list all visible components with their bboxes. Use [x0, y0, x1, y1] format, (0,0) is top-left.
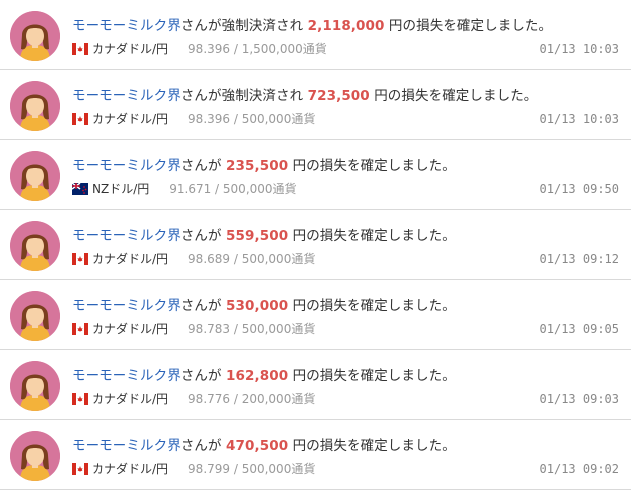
feed-message: モーモーミルク界さんが 470,500 円の損失を確定しました。: [72, 434, 456, 454]
rate-volume: 98.689 / 500,000通貨: [188, 252, 316, 266]
message-suffix: 円の損失を確定しました。: [384, 18, 553, 34]
feed-message: モーモーミルク界さんが強制決済され 723,500 円の損失を確定しました。: [72, 84, 537, 104]
rate-volume: 98.783 / 500,000通貨: [188, 322, 316, 336]
ca-flag-icon: [72, 392, 88, 405]
trade-detail: カナダドル/円 98.689 / 500,000通貨: [72, 250, 315, 267]
currency-pair: カナダドル/円: [92, 252, 169, 266]
username-link[interactable]: モーモーミルク界: [72, 228, 181, 244]
ca-flag-icon: [72, 462, 88, 475]
username-link[interactable]: モーモーミルク界: [72, 438, 181, 454]
loss-amount: 530,000: [226, 298, 289, 314]
feed-item: モーモーミルク界さんが強制決済され 723,500 円の損失を確定しました。 カ…: [0, 70, 631, 140]
trade-detail: NZドル/円 91.671 / 500,000通貨: [72, 180, 297, 197]
user-avatar[interactable]: [10, 81, 60, 131]
user-avatar[interactable]: [10, 291, 60, 341]
timestamp: 01/13 09:12: [539, 252, 619, 266]
message-suffix: 円の損失を確定しました。: [288, 368, 456, 384]
ca-flag-icon: [72, 42, 88, 55]
username-link[interactable]: モーモーミルク界: [72, 368, 181, 384]
avatar-girl-icon: [10, 11, 60, 61]
message-prefix: さんが: [180, 158, 227, 174]
currency-pair: カナダドル/円: [92, 42, 169, 56]
currency-pair: NZドル/円: [92, 182, 150, 196]
timestamp: 01/13 10:03: [539, 112, 619, 126]
feed-item: モーモーミルク界さんが 470,500 円の損失を確定しました。 カナダドル/円…: [0, 420, 631, 490]
message-prefix: さんが強制決済され: [180, 88, 308, 104]
trade-detail: カナダドル/円 98.799 / 500,000通貨: [72, 460, 315, 477]
loss-amount: 559,500: [226, 228, 289, 244]
rate-volume: 91.671 / 500,000通貨: [169, 182, 297, 196]
avatar-girl-icon: [10, 291, 60, 341]
trade-detail: カナダドル/円 98.776 / 200,000通貨: [72, 390, 315, 407]
user-avatar[interactable]: [10, 151, 60, 201]
ca-flag-icon: [72, 252, 88, 265]
user-avatar[interactable]: [10, 221, 60, 271]
message-suffix: 円の損失を確定しました。: [369, 88, 538, 104]
trade-detail: カナダドル/円 98.396 / 500,000通貨: [72, 110, 315, 127]
avatar-girl-icon: [10, 151, 60, 201]
currency-pair: カナダドル/円: [92, 392, 169, 406]
nz-flag-icon: [72, 182, 88, 195]
feed-item: モーモーミルク界さんが 235,500 円の損失を確定しました。 NZドル/円 …: [0, 140, 631, 210]
feed-message: モーモーミルク界さんが 162,800 円の損失を確定しました。: [72, 364, 456, 384]
rate-volume: 98.799 / 500,000通貨: [188, 462, 316, 476]
feed-item: モーモーミルク界さんが 162,800 円の損失を確定しました。 カナダドル/円…: [0, 350, 631, 420]
user-avatar[interactable]: [10, 431, 60, 481]
username-link[interactable]: モーモーミルク界: [72, 158, 181, 174]
username-link[interactable]: モーモーミルク界: [72, 298, 181, 314]
timestamp: 01/13 09:05: [539, 322, 619, 336]
message-prefix: さんが: [180, 368, 227, 384]
trade-detail: カナダドル/円 98.396 / 1,500,000通貨: [72, 40, 327, 57]
timestamp: 01/13 09:03: [539, 392, 619, 406]
avatar-girl-icon: [10, 431, 60, 481]
feed-item: モーモーミルク界さんが強制決済され 2,118,000 円の損失を確定しました。…: [0, 0, 631, 70]
ca-flag-icon: [72, 322, 88, 335]
message-suffix: 円の損失を確定しました。: [288, 298, 456, 314]
currency-pair: カナダドル/円: [92, 462, 169, 476]
message-prefix: さんが: [180, 228, 227, 244]
timestamp: 01/13 09:50: [539, 182, 619, 196]
currency-pair: カナダドル/円: [92, 322, 169, 336]
feed-message: モーモーミルク界さんが 559,500 円の損失を確定しました。: [72, 224, 456, 244]
feed-item: モーモーミルク界さんが 559,500 円の損失を確定しました。 カナダドル/円…: [0, 210, 631, 280]
user-avatar[interactable]: [10, 361, 60, 411]
ca-flag-icon: [72, 112, 88, 125]
message-prefix: さんが強制決済され: [180, 18, 308, 34]
loss-amount: 2,118,000: [307, 18, 385, 34]
message-prefix: さんが: [180, 298, 227, 314]
currency-pair: カナダドル/円: [92, 112, 169, 126]
username-link[interactable]: モーモーミルク界: [72, 18, 181, 34]
activity-feed: モーモーミルク界さんが強制決済され 2,118,000 円の損失を確定しました。…: [0, 0, 631, 500]
timestamp: 01/13 09:02: [539, 462, 619, 476]
trade-detail: カナダドル/円 98.783 / 500,000通貨: [72, 320, 315, 337]
username-link[interactable]: モーモーミルク界: [72, 88, 181, 104]
timestamp: 01/13 10:03: [539, 42, 619, 56]
loss-amount: 470,500: [226, 438, 289, 454]
feed-message: モーモーミルク界さんが 530,000 円の損失を確定しました。: [72, 294, 456, 314]
feed-message: モーモーミルク界さんが 235,500 円の損失を確定しました。: [72, 154, 456, 174]
feed-item: モーモーミルク界さんが 530,000 円の損失を確定しました。 カナダドル/円…: [0, 280, 631, 350]
message-suffix: 円の損失を確定しました。: [288, 228, 456, 244]
rate-volume: 98.396 / 500,000通貨: [188, 112, 316, 126]
loss-amount: 235,500: [226, 158, 289, 174]
avatar-girl-icon: [10, 81, 60, 131]
loss-amount: 162,800: [226, 368, 289, 384]
message-suffix: 円の損失を確定しました。: [288, 158, 456, 174]
feed-message: モーモーミルク界さんが強制決済され 2,118,000 円の損失を確定しました。: [72, 14, 552, 34]
message-prefix: さんが: [180, 438, 227, 454]
rate-volume: 98.396 / 1,500,000通貨: [188, 42, 327, 56]
loss-amount: 723,500: [307, 88, 370, 104]
avatar-girl-icon: [10, 361, 60, 411]
avatar-girl-icon: [10, 221, 60, 271]
user-avatar[interactable]: [10, 11, 60, 61]
message-suffix: 円の損失を確定しました。: [288, 438, 456, 454]
rate-volume: 98.776 / 200,000通貨: [188, 392, 316, 406]
